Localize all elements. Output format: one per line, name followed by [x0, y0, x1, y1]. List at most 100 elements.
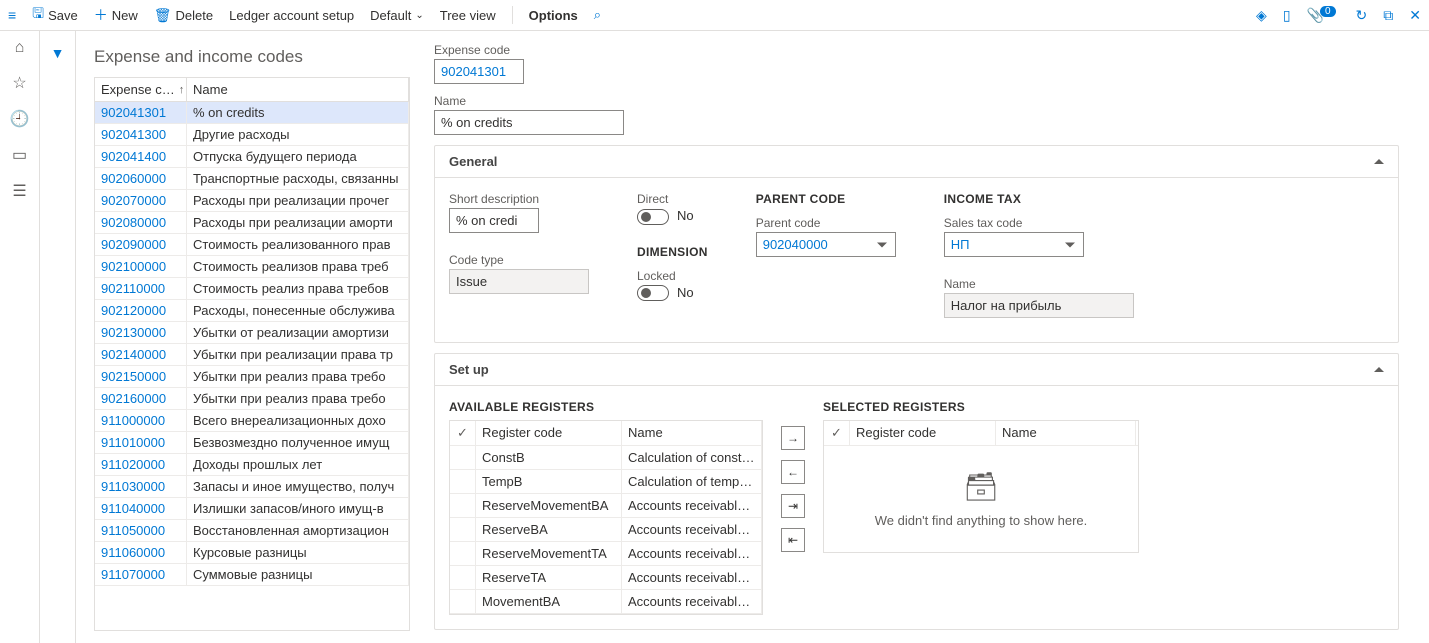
- table-row[interactable]: 911050000Восстановленная амортизацион: [95, 520, 409, 542]
- options-button[interactable]: Options: [529, 8, 578, 23]
- table-row[interactable]: 902160000Убытки при реализ права требо: [95, 388, 409, 410]
- general-header[interactable]: General: [435, 146, 1398, 178]
- short-desc-input[interactable]: % on credi: [449, 208, 539, 233]
- table-row[interactable]: 902120000Расходы, понесенные обслужива: [95, 300, 409, 322]
- save-button[interactable]: 🖫Save: [32, 3, 78, 27]
- check-header[interactable]: ✓: [450, 421, 476, 445]
- reg-code-header[interactable]: Register code: [476, 421, 622, 445]
- setup-header[interactable]: Set up: [435, 354, 1398, 386]
- ledger-label: Ledger account setup: [229, 8, 354, 23]
- register-row[interactable]: ReserveTAAccounts receivable …: [450, 566, 762, 590]
- reg-code-header[interactable]: Register code: [850, 421, 996, 445]
- code-type-input[interactable]: Issue: [449, 269, 589, 294]
- table-row[interactable]: 902080000Расходы при реализации аморти: [95, 212, 409, 234]
- table-row[interactable]: 911000000Всего внереализационных дохо: [95, 410, 409, 432]
- workspace-icon[interactable]: ▭: [12, 145, 27, 165]
- recent-icon[interactable]: 🕘: [10, 109, 30, 129]
- tree-view-button[interactable]: Tree view: [440, 8, 496, 23]
- table-row[interactable]: 902041400Отпуска будущего периода: [95, 146, 409, 168]
- row-code: 911020000: [95, 454, 187, 475]
- row-check[interactable]: [450, 542, 476, 565]
- table-row[interactable]: 902150000Убытки при реализ права требо: [95, 366, 409, 388]
- table-row[interactable]: 902070000Расходы при реализации прочег: [95, 190, 409, 212]
- reg-name-header[interactable]: Name: [622, 421, 762, 445]
- row-code: 902120000: [95, 300, 187, 321]
- close-icon[interactable]: ✕: [1409, 7, 1421, 24]
- filter-icon[interactable]: ▼: [51, 45, 65, 643]
- table-row[interactable]: 902041300Другие расходы: [95, 124, 409, 146]
- row-check[interactable]: [450, 566, 476, 589]
- row-name: Запасы и иное имущество, получ: [187, 476, 409, 497]
- delete-button[interactable]: 🗑Delete: [154, 7, 213, 24]
- move-right-button[interactable]: →: [781, 426, 805, 450]
- row-check[interactable]: [450, 590, 476, 613]
- col-header-code[interactable]: Expense c…↑: [95, 78, 187, 101]
- table-row[interactable]: 911020000Доходы прошлых лет: [95, 454, 409, 476]
- table-row[interactable]: 902140000Убытки при реализации права тр: [95, 344, 409, 366]
- row-name: Стоимость реализованного прав: [187, 234, 409, 255]
- parent-code-dropdown[interactable]: 902040000: [756, 232, 896, 257]
- table-row[interactable]: 911060000Курсовые разницы: [95, 542, 409, 564]
- row-check[interactable]: [450, 494, 476, 517]
- row-check[interactable]: [450, 518, 476, 541]
- toolbar-right: ◈ ▯ 📎0 ↻ ⧉ ✕: [1256, 7, 1421, 24]
- register-row[interactable]: ReserveMovementBAAccounts receivable …: [450, 494, 762, 518]
- name-input[interactable]: % on credits: [434, 110, 624, 135]
- salestax-dropdown[interactable]: НП: [944, 232, 1084, 257]
- book-icon[interactable]: ▯: [1283, 7, 1291, 24]
- row-name: Убытки при реализации права тр: [187, 344, 409, 365]
- register-row[interactable]: ConstBCalculation of consta…: [450, 446, 762, 470]
- save-label: Save: [48, 8, 78, 23]
- register-row[interactable]: TempBCalculation of tempo…: [450, 470, 762, 494]
- table-row[interactable]: 911010000Безвозмездно полученное имущ: [95, 432, 409, 454]
- table-row[interactable]: 911030000Запасы и иное имущество, получ: [95, 476, 409, 498]
- table-row[interactable]: 911040000Излишки запасов/иного имущ-в: [95, 498, 409, 520]
- table-row[interactable]: 902060000Транспортные расходы, связанны: [95, 168, 409, 190]
- row-code: 911060000: [95, 542, 187, 563]
- table-row[interactable]: 911070000Суммовые разницы: [95, 564, 409, 586]
- table-row[interactable]: 902041301% on credits: [95, 102, 409, 124]
- row-code: 902150000: [95, 366, 187, 387]
- row-check[interactable]: [450, 470, 476, 493]
- row-check[interactable]: [450, 446, 476, 469]
- move-all-right-button[interactable]: ⇥: [781, 494, 805, 518]
- col-header-name[interactable]: Name: [187, 78, 409, 101]
- table-row[interactable]: 902090000Стоимость реализованного прав: [95, 234, 409, 256]
- search-icon[interactable]: ⌕: [594, 7, 601, 23]
- selected-grid[interactable]: ✓ Register code Name 🗃 We didn't find an…: [823, 420, 1139, 553]
- register-code: ReserveMovementTA: [476, 542, 622, 565]
- locked-toggle[interactable]: [637, 285, 669, 301]
- register-row[interactable]: ReserveBAAccounts receivable …: [450, 518, 762, 542]
- table-row[interactable]: 902130000Убытки от реализации амортизи: [95, 322, 409, 344]
- new-button[interactable]: ＋New: [94, 5, 138, 25]
- home-icon[interactable]: ⌂: [15, 39, 25, 57]
- menu-icon[interactable]: ≡: [8, 7, 16, 23]
- reg-name-header[interactable]: Name: [996, 421, 1136, 445]
- popout-icon[interactable]: ⧉: [1383, 7, 1393, 24]
- available-grid[interactable]: ✓ Register code Name ConstBCalculation o…: [449, 420, 763, 615]
- default-dropdown[interactable]: Default⌄: [370, 8, 424, 23]
- expense-code-input[interactable]: 902041301: [434, 59, 524, 84]
- locked-value: No: [677, 285, 694, 300]
- direct-toggle[interactable]: [637, 209, 669, 225]
- codes-grid[interactable]: Expense c…↑ Name 902041301% on credits90…: [94, 77, 410, 631]
- row-code: 902080000: [95, 212, 187, 233]
- check-header[interactable]: ✓: [824, 421, 850, 445]
- row-name: % on credits: [187, 102, 409, 123]
- move-all-left-button[interactable]: ⇤: [781, 528, 805, 552]
- expense-code-block: Expense code 902041301: [434, 43, 1399, 84]
- row-name: Всего внереализационных дохо: [187, 410, 409, 431]
- module-icon[interactable]: ☰: [12, 181, 26, 201]
- move-left-button[interactable]: ←: [781, 460, 805, 484]
- table-row[interactable]: 902110000Стоимость реализ права требов: [95, 278, 409, 300]
- register-row[interactable]: MovementBAAccounts receivable …: [450, 590, 762, 614]
- row-code: 911040000: [95, 498, 187, 519]
- ledger-setup-button[interactable]: Ledger account setup: [229, 8, 354, 23]
- refresh-icon[interactable]: ↻: [1356, 7, 1368, 24]
- attachments-button[interactable]: 📎0: [1307, 7, 1340, 24]
- register-row[interactable]: ReserveMovementTAAccounts receivable …: [450, 542, 762, 566]
- star-icon[interactable]: ☆: [12, 73, 26, 93]
- row-name: Восстановленная амортизацион: [187, 520, 409, 541]
- table-row[interactable]: 902100000Стоимость реализов права треб: [95, 256, 409, 278]
- diamond-icon[interactable]: ◈: [1256, 7, 1267, 24]
